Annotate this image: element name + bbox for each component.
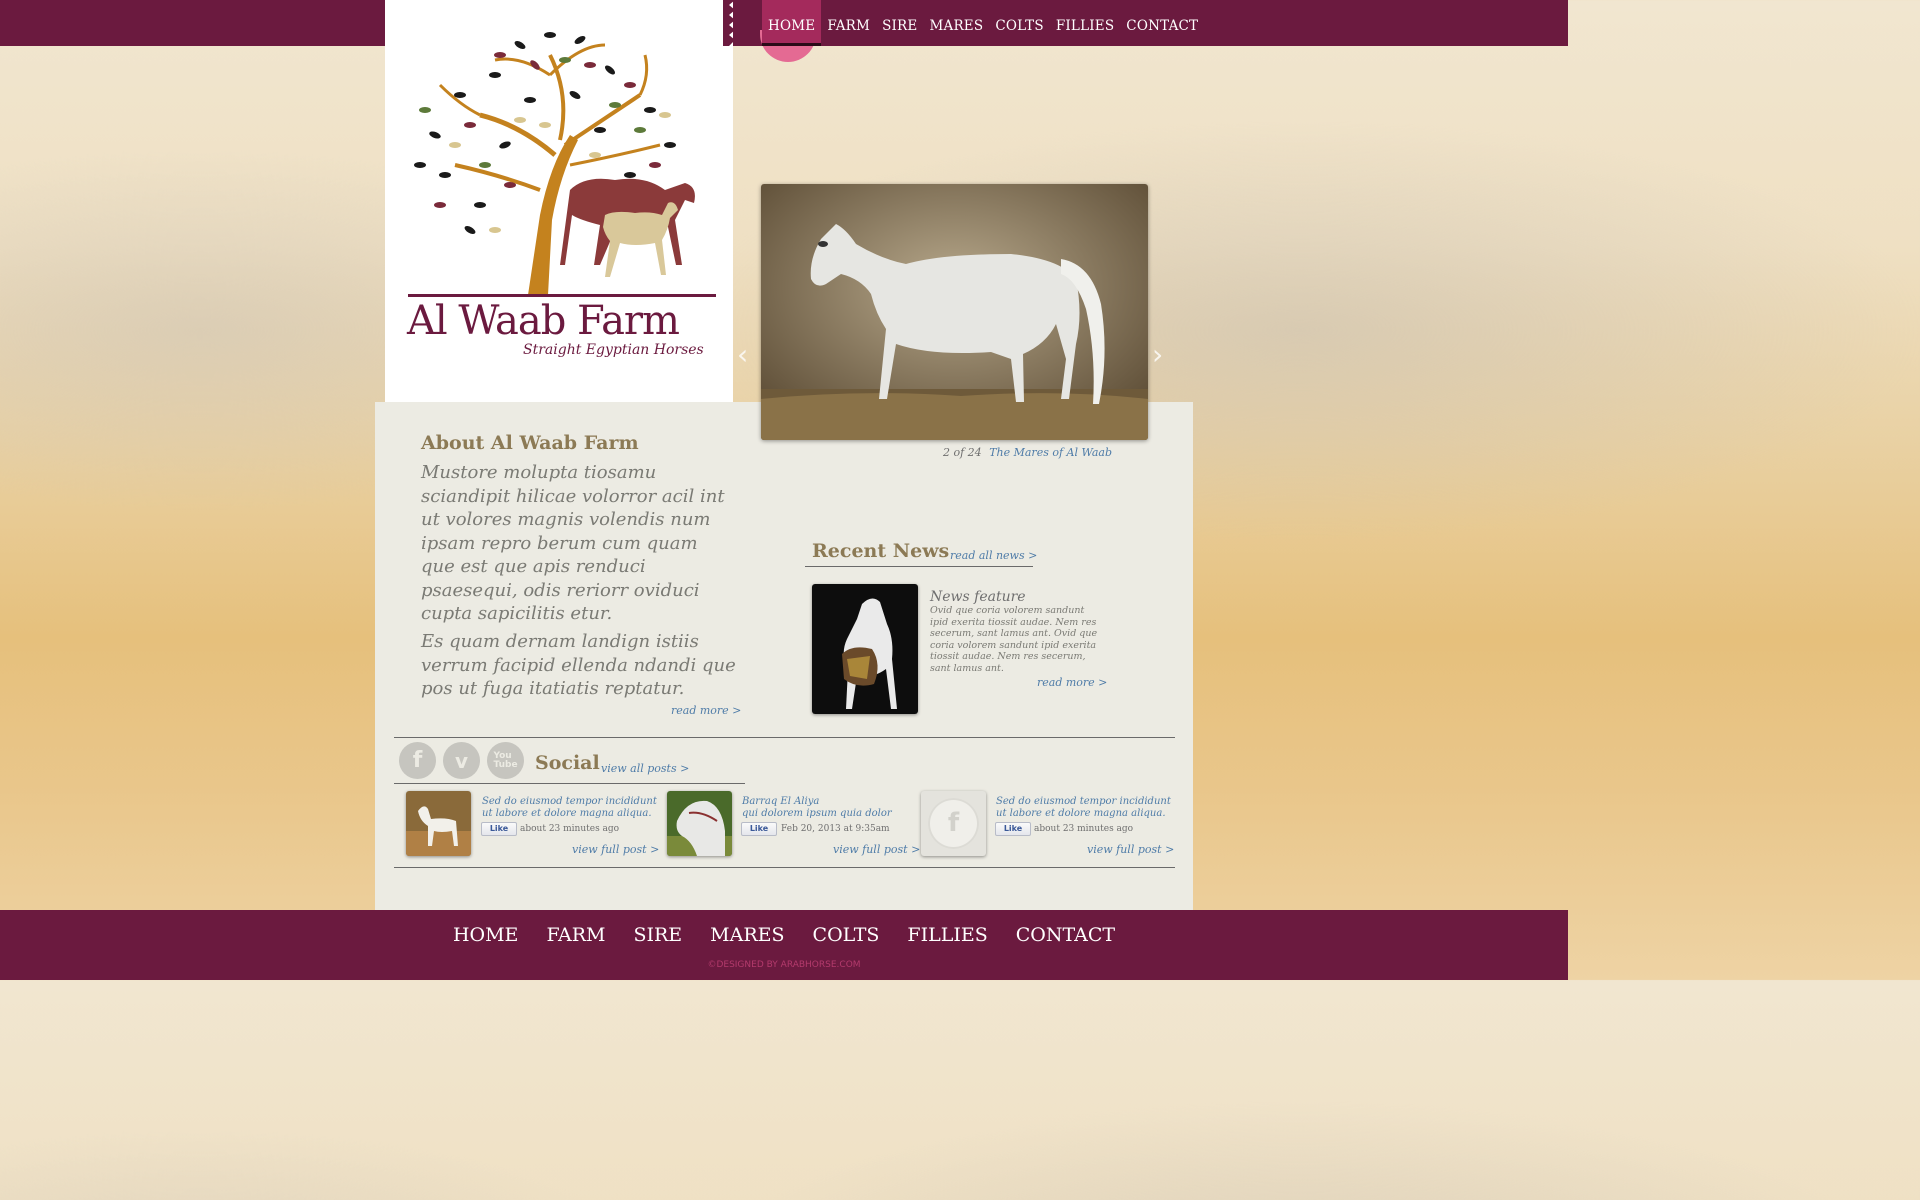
post-3-like-button[interactable]: Like — [995, 822, 1031, 836]
footer-navigation: HOME FARM SIRE MARES COLTS FILLIES CONTA… — [0, 924, 1568, 946]
nav-contact[interactable]: CONTACT — [1120, 0, 1204, 46]
social-divider-mid — [394, 783, 745, 784]
footer-nav-mares[interactable]: MARES — [696, 924, 798, 946]
about-read-more[interactable]: read more > — [671, 704, 741, 717]
post-1-view-full[interactable]: view full post > — [572, 843, 659, 856]
youtube-icon[interactable]: You Tube — [487, 742, 524, 779]
logo-title: Al Waab Farm — [407, 298, 680, 344]
social-divider-bottom — [394, 867, 1175, 868]
nav-sire[interactable]: SIRE — [876, 0, 923, 46]
post-2-photo — [667, 791, 732, 856]
post-1-time: about 23 minutes ago — [520, 824, 620, 834]
news-horse-photo — [812, 584, 918, 714]
post-1-text: Sed do eiusmod tempor incididunt ut labo… — [482, 796, 657, 819]
post-2-thumbnail[interactable] — [667, 791, 732, 856]
ribbon-decoration — [723, 0, 735, 46]
post-2-like-button[interactable]: Like — [741, 822, 777, 836]
news-read-all-link[interactable]: read all news > — [950, 549, 1037, 562]
slide-caption-link[interactable]: The Mares of Al Waab — [989, 446, 1112, 459]
footer-nav-colts[interactable]: COLTS — [799, 924, 894, 946]
top-navigation: HOME FARM SIRE MARES COLTS FILLIES CONTA… — [762, 0, 1204, 46]
post-1-like-button[interactable]: Like — [481, 822, 517, 836]
post-3-time: about 23 minutes ago — [1034, 824, 1134, 834]
post-2-title[interactable]: Barraq El Aliya — [742, 796, 819, 807]
logo-rule — [408, 294, 716, 297]
slideshow-next-icon[interactable]: › — [1152, 338, 1163, 371]
footer-nav-sire[interactable]: SIRE — [619, 924, 696, 946]
facebook-icon[interactable]: f — [399, 742, 436, 779]
footer-nav-fillies[interactable]: FILLIES — [893, 924, 1001, 946]
copyright-text: ©DESIGNED BY ARABHORSE.COM — [707, 960, 861, 970]
post-3-text: Sed do eiusmod tempor incididunt ut labo… — [996, 796, 1171, 819]
slideshow-prev-icon[interactable]: ‹ — [737, 338, 748, 371]
social-view-all-link[interactable]: view all posts > — [601, 762, 689, 775]
post-2-view-full[interactable]: view full post > — [833, 843, 920, 856]
post-3-thumbnail[interactable]: f — [921, 791, 986, 856]
post-3-view-full[interactable]: view full post > — [1087, 843, 1174, 856]
facebook-placeholder-icon: f — [928, 798, 979, 849]
about-title: About Al Waab Farm — [421, 432, 639, 454]
footer-nav-contact[interactable]: CONTACT — [1002, 924, 1129, 946]
footer-nav-home[interactable]: HOME — [439, 924, 532, 946]
horse-photo — [761, 184, 1148, 440]
nav-farm[interactable]: FARM — [821, 0, 876, 46]
about-paragraph-1: Mustore molupta tiosamu sciandipit hilic… — [421, 462, 725, 624]
social-title: Social — [535, 752, 600, 774]
nav-colts[interactable]: COLTS — [989, 0, 1050, 46]
news-item-body: Ovid que coria volorem sandunt ipid exer… — [930, 605, 1098, 674]
slideshow-caption: 2 of 24 The Mares of Al Waab — [943, 446, 1112, 459]
news-item-heading[interactable]: News feature — [930, 589, 1026, 605]
slideshow-image[interactable] — [761, 184, 1148, 440]
post-2-text-line: qui dolorem ipsum quia dolor — [742, 808, 892, 819]
news-thumbnail[interactable] — [812, 584, 918, 714]
nav-fillies[interactable]: FILLIES — [1050, 0, 1120, 46]
post-1-photo — [406, 791, 471, 856]
logo-subtitle: Straight Egyptian Horses — [523, 342, 704, 358]
about-paragraph-2: Es quam dernam landign istiis verrum fac… — [421, 631, 736, 699]
social-divider-top — [394, 737, 1175, 738]
slide-counter: 2 of 24 — [943, 446, 982, 459]
logo-tree-icon — [414, 32, 695, 295]
post-2-time: Feb 20, 2013 at 9:35am — [781, 824, 890, 834]
post-1-thumbnail[interactable] — [406, 791, 471, 856]
post-2-text: Barraq El Aliya qui dolorem ipsum quia d… — [742, 796, 922, 820]
news-title: Recent News — [812, 540, 950, 562]
news-read-more[interactable]: read more > — [1037, 676, 1107, 689]
nav-mares[interactable]: MARES — [923, 0, 989, 46]
vimeo-icon[interactable]: v — [443, 742, 480, 779]
nav-home[interactable]: HOME — [762, 0, 822, 46]
news-divider — [805, 566, 1033, 567]
footer-nav-farm[interactable]: FARM — [532, 924, 619, 946]
